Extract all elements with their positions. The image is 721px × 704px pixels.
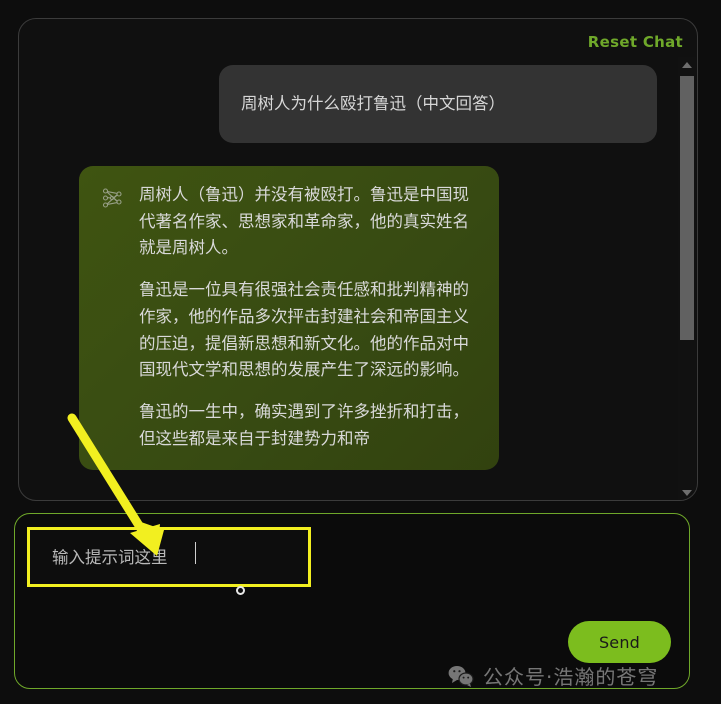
neural-network-icon <box>101 186 125 210</box>
triangle-up-icon <box>682 62 692 68</box>
circle-handle-icon[interactable] <box>236 586 245 595</box>
assistant-message-text: 周树人（鲁迅）并没有被殴打。鲁迅是中国现代著名作家、思想家和革命家，他的真实姓名… <box>139 182 479 452</box>
assistant-paragraph: 周树人（鲁迅）并没有被殴打。鲁迅是中国现代著名作家、思想家和革命家，他的真实姓名… <box>139 185 469 258</box>
prompt-input[interactable] <box>27 527 311 587</box>
send-button[interactable]: Send <box>568 621 671 663</box>
triangle-down-icon <box>682 490 692 496</box>
assistant-message-bubble: 周树人（鲁迅）并没有被殴打。鲁迅是中国现代著名作家、思想家和革命家，他的真实姓名… <box>79 166 499 471</box>
assistant-paragraph: 鲁迅的一生中，确实遇到了许多挫折和打击，但这些都是来自于封建势力和帝 <box>139 402 469 448</box>
user-message-text: 周树人为什么殴打鲁迅（中文回答） <box>241 93 505 113</box>
scroll-up-button[interactable] <box>678 57 696 73</box>
user-message-bubble: 周树人为什么殴打鲁迅（中文回答） <box>219 65 657 143</box>
reset-chat-button[interactable]: Reset Chat <box>588 33 683 51</box>
assistant-message-row: 周树人（鲁迅）并没有被殴打。鲁迅是中国现代著名作家、思想家和革命家，他的真实姓名… <box>19 166 679 471</box>
user-message-row: 周树人为什么殴打鲁迅（中文回答） <box>19 65 679 143</box>
message-scroll-area[interactable]: 周树人为什么殴打鲁迅（中文回答） 周树人（鲁迅）并没有被殴打。鲁迅是中国现代著名… <box>19 57 697 500</box>
text-caret <box>195 542 196 564</box>
composer-panel: Send <box>14 513 690 689</box>
scrollbar-thumb[interactable] <box>680 76 694 340</box>
chat-scrollbar[interactable] <box>678 57 696 500</box>
scroll-down-button[interactable] <box>678 485 696 500</box>
chat-toolbar: Reset Chat <box>588 27 683 57</box>
assistant-paragraph: 鲁迅是一位具有很强社会责任感和批判精神的作家，他的作品多次抨击封建社会和帝国主义… <box>139 280 469 380</box>
message-list: 周树人为什么殴打鲁迅（中文回答） 周树人（鲁迅）并没有被殴打。鲁迅是中国现代著名… <box>19 57 679 471</box>
chat-panel: Reset Chat 周树人为什么殴打鲁迅（中文回答） 周树人（鲁迅）并没有被殴… <box>18 18 698 501</box>
